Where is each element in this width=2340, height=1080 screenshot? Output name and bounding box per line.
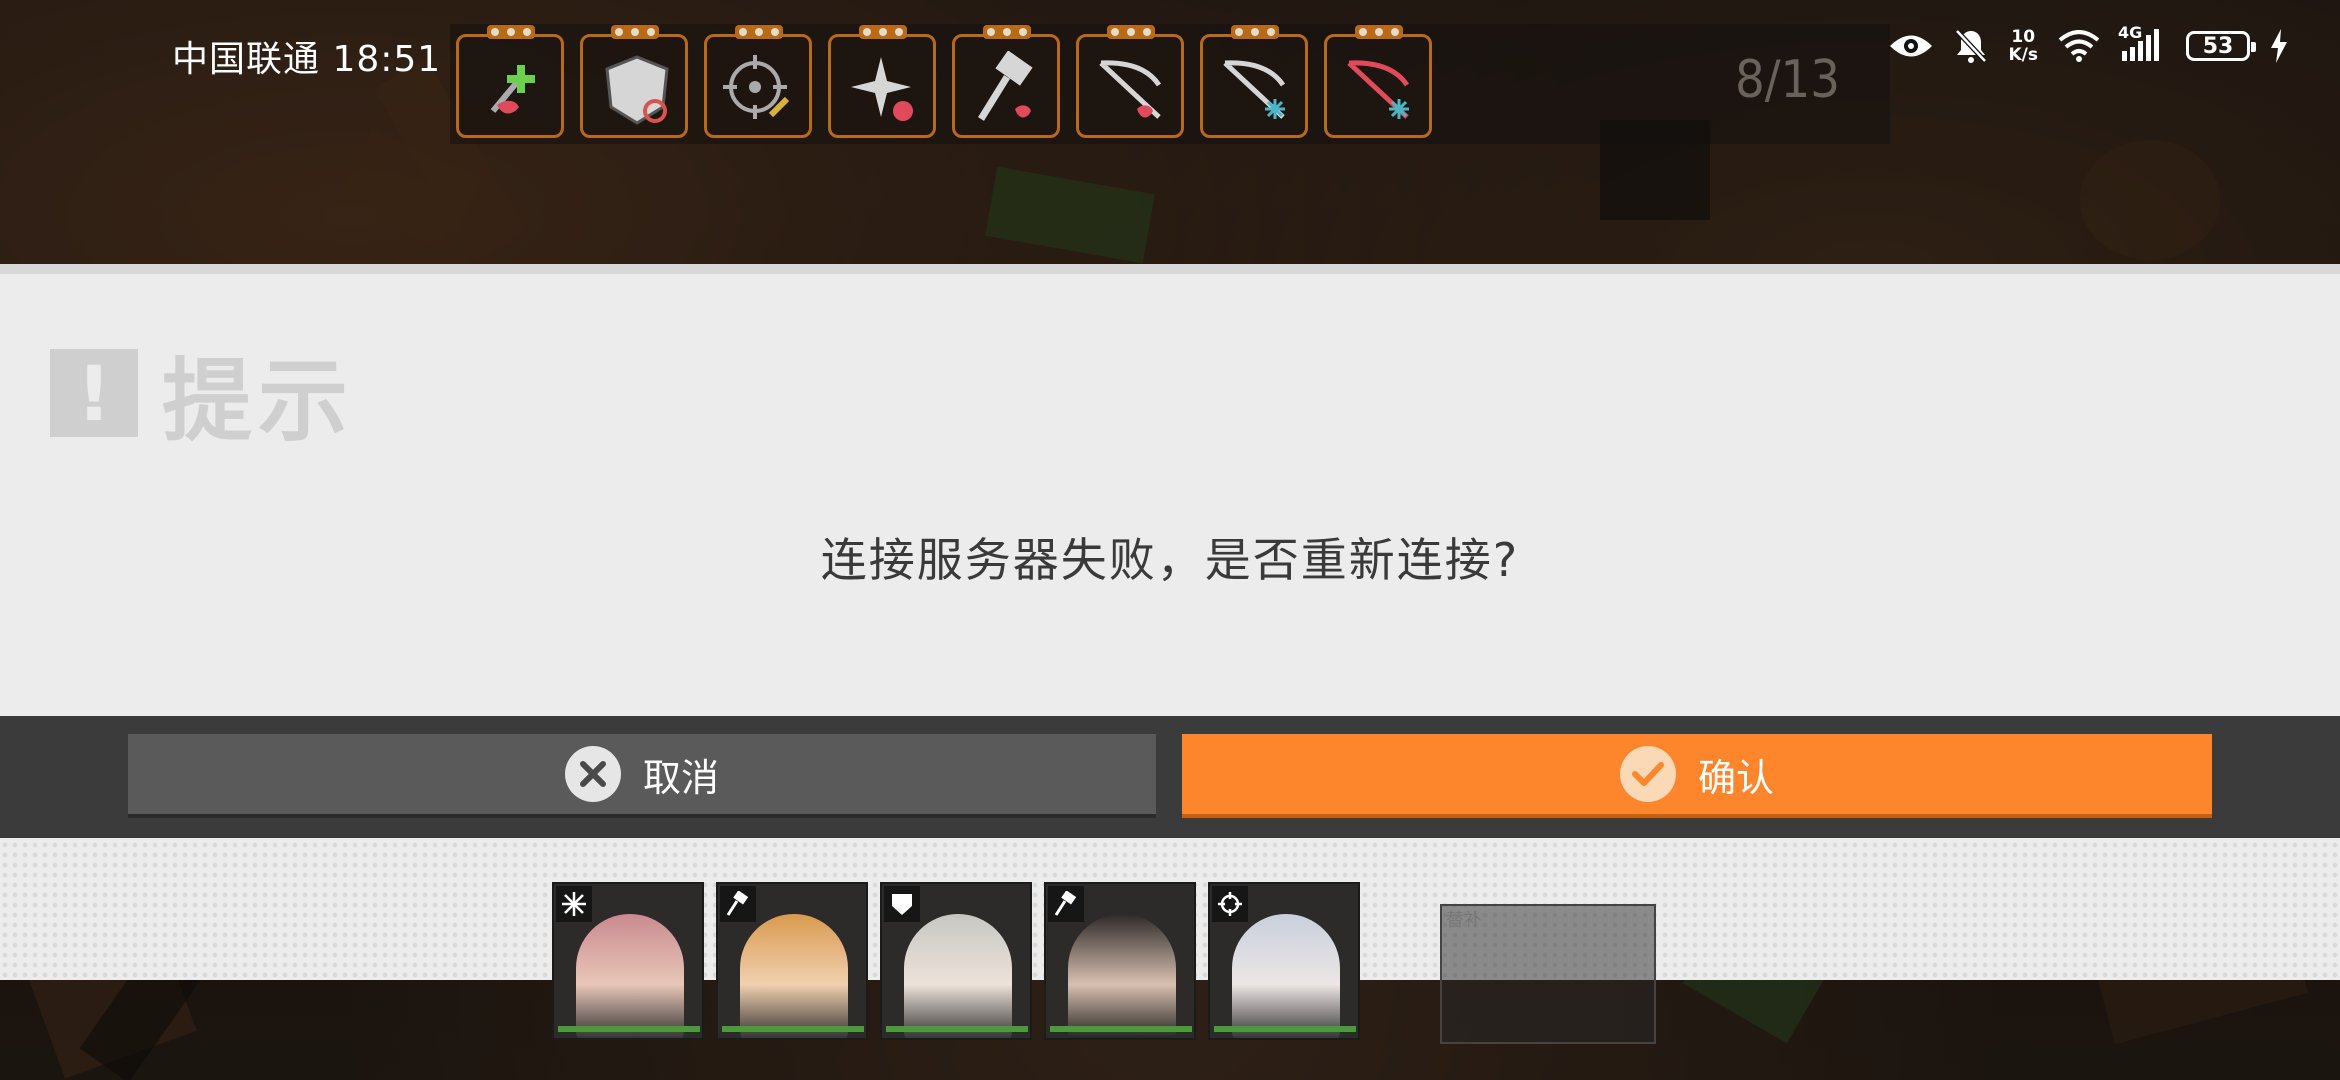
battery-icon: 53 [2186,31,2256,61]
wifi-icon [2058,30,2100,62]
substitute-label: 替补 [1446,910,1482,931]
hammer-class-icon [1048,886,1084,922]
net-speed: 10 K/s [2008,27,2038,65]
close-icon [564,746,621,802]
bell-off-icon [1955,29,1988,63]
confirm-label: 确认 [1697,755,1774,800]
dialog-title: 提示 [162,349,354,454]
dialog-message: 连接服务器失败，是否重新连接? [820,533,1520,587]
charging-icon [2271,29,2287,63]
cancel-label: 取消 [642,755,719,800]
hammer-class-icon [720,886,756,922]
dialog-button-bar: 取消 确认 [0,716,2340,838]
shield-class-icon [884,886,920,922]
team-member-3[interactable] [880,882,1032,1040]
signal-icon: 4G [2118,23,2166,63]
confirm-button[interactable]: 确认 [1182,734,2212,818]
carrier-time: 中国联通 18:51 [172,39,442,80]
crosshair-class-icon [1212,886,1248,922]
team-member-2[interactable] [716,882,868,1040]
check-icon [1619,746,1676,802]
snowflake-class-icon [556,886,592,922]
system-status-bar: 中国联通 18:51 10 K/s 4G 53 [0,0,2340,110]
team-member-4[interactable] [1044,882,1196,1040]
cancel-button[interactable]: 取消 [128,734,1156,818]
team-member-5[interactable] [1208,882,1360,1040]
connection-error-dialog: ! 提示 连接服务器失败，是否重新连接? [0,264,2340,980]
team-member-1[interactable] [552,882,704,1040]
exclamation-icon: ! [50,349,138,438]
eye-icon [1890,35,1933,57]
substitute-slot[interactable]: 替补 [1440,904,1656,1044]
